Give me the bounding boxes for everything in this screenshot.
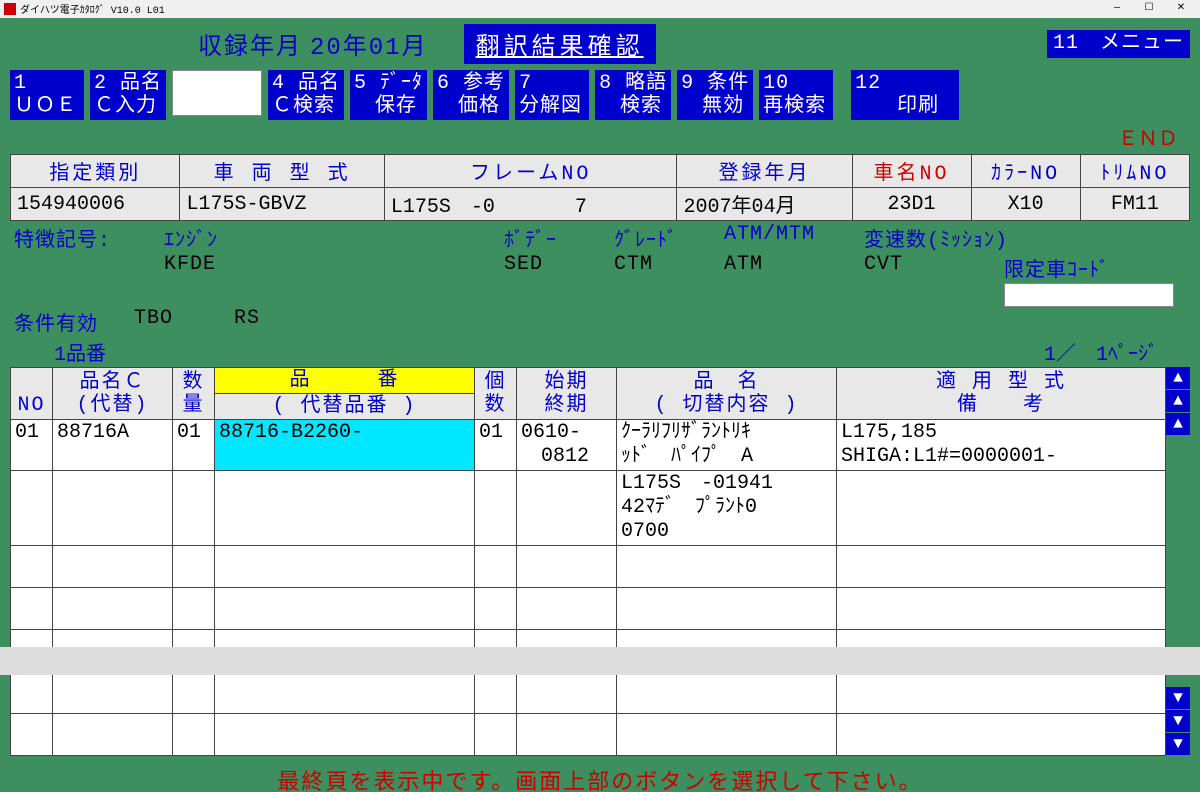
info-v-trim-no: FM11 xyxy=(1080,188,1189,221)
col-hinban-bot: ( 代替品番 ) xyxy=(215,394,475,420)
info-h-frame: フレームNO xyxy=(384,155,677,188)
col-model: 適 用 型 式 備 考 xyxy=(837,368,1166,420)
maximize-button[interactable]: ☐ xyxy=(1134,2,1164,16)
table-row[interactable]: 01 88716A 01 88716-B2260- 01 0610- 0812 … xyxy=(11,420,1166,471)
condition-b: RS xyxy=(234,307,260,337)
scroll-up-button[interactable]: ▲ xyxy=(1166,390,1190,413)
scroll-down-button[interactable]: ▼ xyxy=(1166,733,1190,756)
cell-hinban[interactable]: 88716-B2260- xyxy=(215,420,475,471)
cell-kosu: 01 xyxy=(475,420,517,471)
status-message: 最終頁を表示中です。画面上部のボタンを選択して下さい。 xyxy=(0,756,1200,792)
cell-model xyxy=(837,471,1166,546)
cell-period: 0610- 0812 xyxy=(517,420,617,471)
end-label: ＥＮＤ xyxy=(0,122,1200,152)
close-button[interactable]: ✕ xyxy=(1166,2,1196,16)
feature-body-value: SED xyxy=(504,253,614,307)
window-titlebar: ダイハツ電子ｶﾀﾛｸﾞ V10.0 L01 — ☐ ✕ xyxy=(0,0,1200,18)
fn-button-2-hinmei-input[interactable]: 2 品名 Ｃ入力 xyxy=(90,70,166,120)
app-icon xyxy=(4,3,16,15)
condition-valid-label: 条件有効 xyxy=(14,307,134,337)
item-count-label: 1品番 xyxy=(14,337,106,367)
info-v-model: L175S-GBVZ xyxy=(180,188,384,221)
cell-no: 01 xyxy=(11,420,53,471)
col-period: 始期 終期 xyxy=(517,368,617,420)
col-no: NO xyxy=(11,368,53,420)
info-h-carname-no: 車名NO xyxy=(852,155,971,188)
cell-qty: 01 xyxy=(173,420,215,471)
bottom-strip xyxy=(0,647,1200,675)
minimize-button[interactable]: — xyxy=(1102,2,1132,16)
window-title: ダイハツ電子ｶﾀﾛｸﾞ V10.0 L01 xyxy=(20,1,165,17)
col-hinmei-c: 品名Ｃ (代替) xyxy=(53,368,173,420)
feature-grade-label: ｸﾞﾚｰﾄﾞ xyxy=(614,223,724,253)
fn-button-10-research[interactable]: 10 再検索 xyxy=(759,70,833,120)
fn-button-1-uoe[interactable]: 1 ＵＯＥ xyxy=(10,70,84,120)
condition-a: TBO xyxy=(134,307,234,337)
info-v-carname-no: 23D1 xyxy=(852,188,971,221)
feature-trans-value: ATM xyxy=(724,253,864,307)
cell-no xyxy=(11,471,53,546)
table-row xyxy=(11,588,1166,630)
scroll-down-button[interactable]: ▼ xyxy=(1166,710,1190,733)
col-hinban-top: 品 番 xyxy=(215,368,475,394)
cell-qty xyxy=(173,471,215,546)
table-row xyxy=(11,714,1166,756)
limited-code-label: 限定車ｺｰﾄﾞ xyxy=(1004,253,1110,283)
record-date-value: 20年01月 xyxy=(310,26,428,62)
scroll-up-button[interactable]: ▲ xyxy=(1166,413,1190,436)
col-kosu: 個 数 xyxy=(475,368,517,420)
fn-button-6-ref-price[interactable]: 6 参考 価格 xyxy=(433,70,509,120)
page-indicator: 1／ 1ﾍﾟｰｼﾞ xyxy=(1044,337,1186,367)
table-row xyxy=(11,672,1166,714)
info-h-type: 指定類別 xyxy=(11,155,180,188)
table-row xyxy=(11,546,1166,588)
info-h-color-no: ｶﾗｰNO xyxy=(971,155,1080,188)
info-v-color-no: X10 xyxy=(971,188,1080,221)
fn-button-8-abbrev-search[interactable]: 8 略語 検索 xyxy=(595,70,671,120)
parts-table: NO 品名Ｃ (代替) 数 量 品 番 個 数 始期 終期 品 名 ( 切替内容… xyxy=(10,367,1166,756)
info-v-regdate: 2007年04月 xyxy=(677,188,852,221)
scroll-down-button[interactable]: ▼ xyxy=(1166,687,1190,710)
hinmei-code-input[interactable] xyxy=(172,70,262,116)
col-part-name: 品 名 ( 切替内容 ) xyxy=(617,368,837,420)
feature-engine-label: ｴﾝｼﾞﾝ xyxy=(164,223,504,253)
cell-hinban xyxy=(215,471,475,546)
vehicle-info-table: 指定類別 車 両 型 式 フレームNO 登録年月 車名NO ｶﾗｰNO ﾄﾘﾑN… xyxy=(10,154,1190,221)
feature-grade-value: CTM xyxy=(614,253,724,307)
cell-period xyxy=(517,471,617,546)
fn-button-9-cond-disable[interactable]: 9 条件 無効 xyxy=(677,70,753,120)
cell-name: L175S -01941 42ﾏﾃﾞ ﾌﾟﾗﾝﾄ0 0700 xyxy=(617,471,837,546)
info-h-model: 車 両 型 式 xyxy=(180,155,384,188)
info-h-regdate: 登録年月 xyxy=(677,155,852,188)
cell-hinmei: 88716A xyxy=(53,420,173,471)
feature-trans-label: ATM/MTM xyxy=(724,223,864,253)
fn-button-12-print[interactable]: 12 印刷 xyxy=(851,70,959,120)
cell-model: L175,185 SHIGA:L1#=0000001- xyxy=(837,420,1166,471)
cell-kosu xyxy=(475,471,517,546)
cell-hinmei xyxy=(53,471,173,546)
scroll-up-button[interactable]: ▲ xyxy=(1166,367,1190,390)
feature-label: 特徴記号: xyxy=(14,223,164,253)
fn-button-5-data-save[interactable]: 5 ﾃﾞｰﾀ 保存 xyxy=(350,70,427,120)
info-v-type: 154940006 xyxy=(11,188,180,221)
info-h-trim-no: ﾄﾘﾑNO xyxy=(1080,155,1189,188)
record-date-label: 収録年月 xyxy=(198,26,302,62)
screen-title-banner: 翻訳結果確認 xyxy=(464,24,656,64)
fn-button-7-diagram[interactable]: 7 分解図 xyxy=(515,70,589,120)
table-row[interactable]: L175S -01941 42ﾏﾃﾞ ﾌﾟﾗﾝﾄ0 0700 xyxy=(11,471,1166,546)
feature-speed-value: CVT xyxy=(864,253,1004,307)
info-v-frame: L175S -0 7 xyxy=(384,188,677,221)
feature-engine-value: KFDE xyxy=(164,253,504,307)
limited-code-input[interactable] xyxy=(1004,283,1174,307)
col-qty: 数 量 xyxy=(173,368,215,420)
fn-button-4-hinmei-search[interactable]: 4 品名 Ｃ検索 xyxy=(268,70,344,120)
feature-body-label: ﾎﾞﾃﾞｰ xyxy=(504,223,614,253)
feature-speed-label: 変速数(ﾐｯｼｮﾝ) xyxy=(864,223,1008,253)
cell-name: ｸｰﾗﾘﾌﾘｻﾞﾗﾝﾄﾘｷ ｯﾄﾞ ﾊﾟｲﾌﾟ A xyxy=(617,420,837,471)
menu-button-11[interactable]: 11 メニュー xyxy=(1047,30,1190,58)
